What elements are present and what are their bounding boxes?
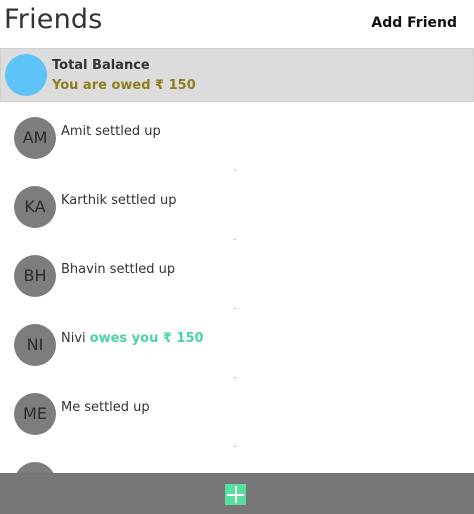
friend-status-text: Karthik settled up [61,193,177,208]
friend-status-text: Me settled up [61,400,150,415]
friend-status: owes you ₹ 150 [89,331,204,346]
friend-status-text: Amit settled up [61,124,161,139]
balance-avatar [5,54,47,96]
avatar: NI [14,324,56,366]
avatar: AM [14,117,56,159]
total-balance-title: Total Balance [52,58,150,73]
friend-row-amit[interactable]: AM Amit settled up [0,102,474,171]
total-balance-card[interactable]: Total Balance You are owed ₹ 150 [0,48,474,102]
friend-row-me[interactable]: ME Me settled up [0,378,474,447]
add-friend-button[interactable]: Add Friend [371,15,457,31]
total-balance-amount: You are owed ₹ 150 [52,78,196,93]
friend-status: settled up [84,400,150,415]
friend-status-text: Bhavin settled up [61,262,175,277]
friend-name: Bhavin [61,262,106,277]
friend-status: settled up [111,193,177,208]
plus-icon[interactable] [225,484,246,505]
avatar: KA [14,186,56,228]
friend-row-nivi[interactable]: NI Nivi owes you ₹ 150 [0,309,474,378]
friend-name: Nivi [61,331,86,346]
friend-row-karthik[interactable]: KA Karthik settled up [0,171,474,240]
friend-status: settled up [109,262,176,277]
avatar [14,462,56,473]
friend-status: settled up [95,124,161,139]
friend-status-text: Nivi owes you ₹ 150 [61,331,204,346]
bottom-action-bar [0,473,474,514]
partial-friend-row[interactable] [0,447,474,473]
friend-name: Karthik [61,193,108,208]
page-title: Friends [4,4,103,35]
avatar: ME [14,393,56,435]
avatar: BH [14,255,56,297]
friend-name: Me [61,400,81,415]
friend-row-bhavin[interactable]: BH Bhavin settled up [0,240,474,309]
app-header: Friends Add Friend [0,0,474,48]
friend-name: Amit [61,124,92,139]
friends-list[interactable]: AM Amit settled up KA Karthik settled up B… [0,102,474,473]
